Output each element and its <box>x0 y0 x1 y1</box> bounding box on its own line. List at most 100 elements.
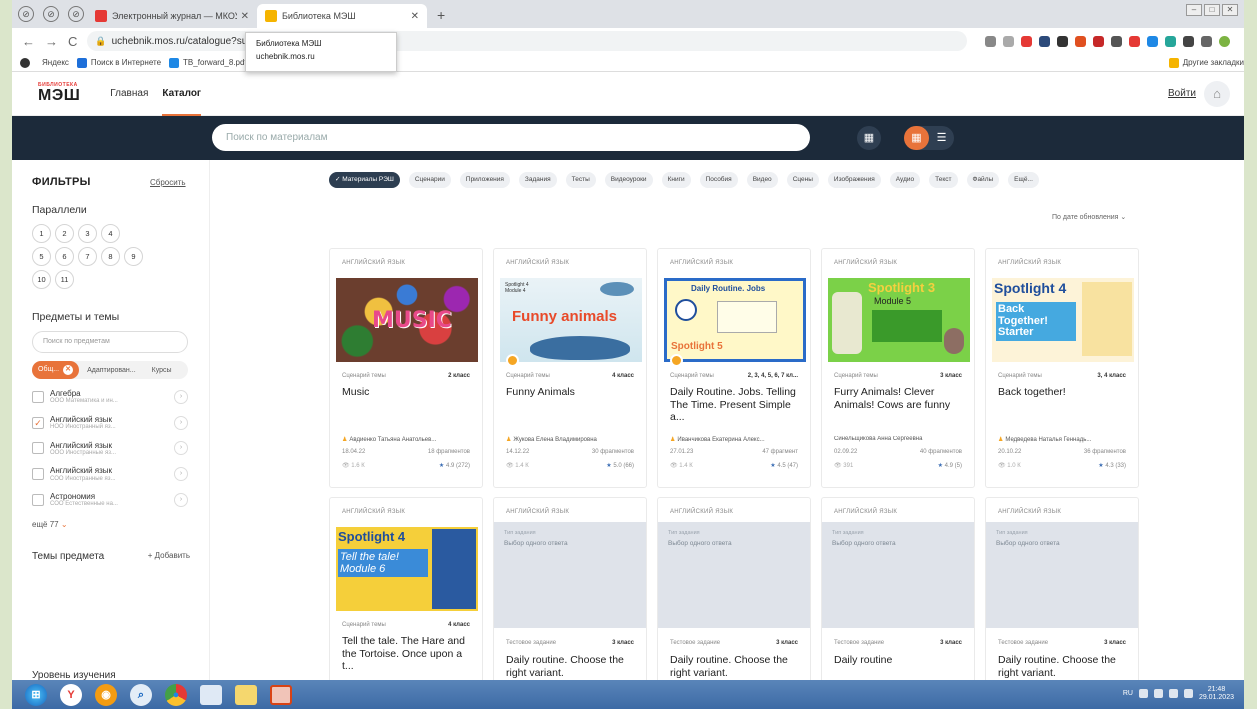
close-tab-icon[interactable]: ✕ <box>241 11 249 22</box>
extension-icon[interactable] <box>1111 35 1123 47</box>
nav-home[interactable]: Главная <box>110 72 148 116</box>
chevron-right-icon[interactable]: › <box>174 415 188 430</box>
filter-chip[interactable]: Видеоуроки <box>604 172 653 188</box>
extension-icon[interactable] <box>1075 35 1087 47</box>
subject-checkbox[interactable] <box>32 442 44 455</box>
user-avatar-icon[interactable]: ⌂ <box>1204 80 1230 107</box>
subject-type-general[interactable]: Общ... ✕ <box>32 361 80 379</box>
grade-chip[interactable]: 7 <box>78 247 97 266</box>
clear-icon[interactable]: ✕ <box>63 365 74 375</box>
subject-type-adapted[interactable]: Адаптирован... <box>87 367 136 374</box>
subject-item[interactable]: Английский язык ООО Иностранные яз... › <box>32 441 188 457</box>
filter-chip[interactable]: Текст <box>929 172 958 188</box>
calendar-icon[interactable]: ▦ <box>857 126 881 150</box>
grade-chip[interactable]: 5 <box>32 247 51 266</box>
search-icon[interactable]: ⌕ <box>130 683 152 706</box>
battery-icon[interactable] <box>1183 689 1193 699</box>
filter-chip[interactable]: Файлы <box>966 172 1000 188</box>
extension-icon[interactable] <box>1147 35 1159 47</box>
bookmark-search[interactable]: Поиск в Интернете <box>76 57 161 68</box>
subject-checkbox[interactable] <box>32 390 44 403</box>
app-icon[interactable]: ◉ <box>95 683 117 706</box>
grade-chip[interactable]: 3 <box>78 224 97 243</box>
minimize-icon[interactable]: – <box>1186 4 1202 16</box>
grade-chip[interactable]: 1 <box>32 224 51 243</box>
clock[interactable]: 21:48 29.01.2023 <box>1199 686 1234 701</box>
extension-icon[interactable] <box>1165 35 1177 47</box>
explorer-icon[interactable] <box>200 684 222 705</box>
filter-chip-more[interactable]: Ещё... <box>1008 172 1039 188</box>
filter-chip[interactable]: Пособия <box>699 172 738 188</box>
subject-type-courses[interactable]: Курсы <box>152 367 172 374</box>
url-field[interactable]: 🔒 uchebnik.mos.ru/catalogue?subject <box>87 31 968 51</box>
new-tab-icon[interactable]: + <box>437 7 445 23</box>
chrome-icon[interactable]: ● <box>165 683 187 706</box>
filter-chip[interactable]: Задания <box>518 172 557 188</box>
grade-chip[interactable]: 4 <box>101 224 120 243</box>
filter-chip[interactable]: Сцены <box>786 172 819 188</box>
material-card[interactable]: АНГЛИЙСКИЙ ЯЗЫК MUSIC Сценарий темы 2 кл… <box>329 248 483 488</box>
material-card[interactable]: АНГЛИЙСКИЙ ЯЗЫК Тип задания Выбор одного… <box>985 497 1139 709</box>
pinned-tab-icon[interactable]: ⊘ <box>68 6 84 22</box>
grade-chip[interactable]: 11 <box>55 270 74 289</box>
tab-library[interactable]: Библиотека МЭШ ✕ <box>257 4 427 28</box>
puzzle-icon[interactable] <box>1183 35 1195 47</box>
subject-checkbox[interactable] <box>32 494 44 507</box>
filter-chip[interactable]: Книги <box>661 172 691 188</box>
other-bookmarks[interactable]: Другие закладки <box>1168 57 1244 68</box>
add-topic-button[interactable]: + Добавить <box>148 551 190 562</box>
filter-chip[interactable]: Тесты <box>565 172 596 188</box>
extension-icon[interactable] <box>1093 35 1105 47</box>
sidebar-icon[interactable] <box>1201 35 1213 47</box>
grade-chip[interactable]: 6 <box>55 247 74 266</box>
grid-view-icon[interactable]: ▦ <box>904 126 929 150</box>
network-icon[interactable] <box>1138 689 1148 699</box>
reload-icon[interactable]: C <box>68 34 77 49</box>
pinned-tab-icon[interactable]: ⊘ <box>43 6 59 22</box>
subject-item[interactable]: Астрономия СОО Естественные на... › <box>32 492 188 508</box>
share-icon[interactable] <box>985 35 997 47</box>
start-button-icon[interactable]: ⊞ <box>25 683 47 706</box>
subject-search-input[interactable]: Поиск по предметам <box>32 331 188 353</box>
filter-chip[interactable]: Сценарии <box>408 172 451 188</box>
filter-chip[interactable]: Видео <box>746 172 778 188</box>
extension-icon[interactable] <box>1129 35 1141 47</box>
close-window-icon[interactable]: ✕ <box>1222 4 1238 16</box>
chevron-right-icon[interactable]: › <box>174 441 188 456</box>
grade-chip[interactable]: 9 <box>124 247 143 266</box>
site-logo[interactable]: БИБЛИОТЕКА МЭШ <box>38 83 80 104</box>
subject-checkbox[interactable] <box>32 468 44 481</box>
extension-icon[interactable] <box>1021 35 1033 47</box>
language-indicator[interactable]: RU <box>1123 690 1133 697</box>
material-card[interactable]: АНГЛИЙСКИЙ ЯЗЫК Тип задания Выбор одного… <box>493 497 647 709</box>
material-card[interactable]: АНГЛИЙСКИЙ ЯЗЫК Spotlight 4 Tell the tal… <box>329 497 483 709</box>
chevron-right-icon[interactable]: › <box>174 389 188 404</box>
forward-icon[interactable]: → <box>45 34 58 49</box>
apps-icon[interactable] <box>20 57 34 68</box>
chevron-right-icon[interactable]: › <box>174 493 188 508</box>
bookmark-yandex[interactable]: Яндекс <box>42 58 69 67</box>
material-card[interactable]: АНГЛИЙСКИЙ ЯЗЫК Spotlight 4 Module 4 Fun… <box>493 248 647 488</box>
grade-chip[interactable]: 2 <box>55 224 74 243</box>
extension-icon[interactable] <box>1039 35 1051 47</box>
material-card[interactable]: АНГЛИЙСКИЙ ЯЗЫК Тип задания Выбор одного… <box>821 497 975 709</box>
presentation-icon[interactable] <box>270 684 292 705</box>
filter-chip[interactable]: Приложения <box>459 172 510 188</box>
yandex-browser-icon[interactable]: Y <box>60 683 82 706</box>
filter-chip[interactable]: Аудио <box>889 172 921 188</box>
search-input[interactable]: Поиск по материалам <box>212 124 810 151</box>
material-card[interactable]: АНГЛИЙСКИЙ ЯЗЫК Spotlight 3 Module 5 Сце… <box>821 248 975 488</box>
sort-dropdown[interactable]: По дате обновления ⌄ <box>1052 213 1126 221</box>
bookmark-tb[interactable]: TB_forward_8.pdf <box>169 57 247 68</box>
subject-item[interactable]: Алгебра ООО Математика и ин... › <box>32 389 188 405</box>
star-icon[interactable] <box>1003 35 1015 47</box>
chevron-right-icon[interactable]: › <box>174 467 188 482</box>
subject-item[interactable]: Английский язык СОО Иностранные яз... › <box>32 466 188 482</box>
subject-item[interactable]: ✓ Английский язык НОО Иностранный яз... › <box>32 415 188 431</box>
filter-chip[interactable]: Изображения <box>827 172 881 188</box>
tab-journal[interactable]: Электронный журнал — МКОУ ✕ <box>87 4 257 28</box>
show-more-subjects[interactable]: ещё 77 ⌄ <box>32 520 209 529</box>
login-link[interactable]: Войти <box>1168 88 1196 99</box>
flag-icon[interactable] <box>1168 689 1178 699</box>
close-tab-icon[interactable]: ✕ <box>411 11 419 22</box>
